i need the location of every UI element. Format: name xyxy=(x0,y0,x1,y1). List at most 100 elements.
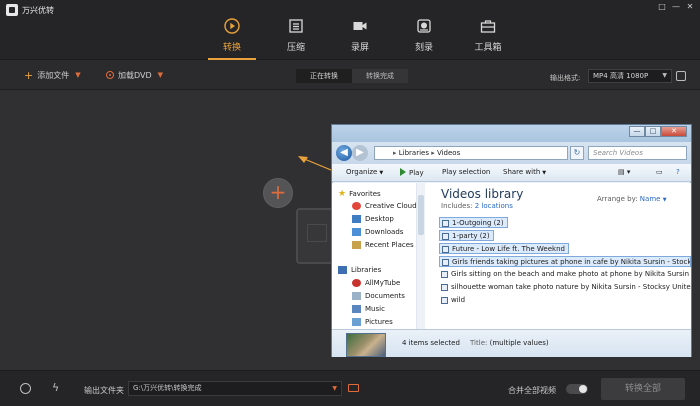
back-arrow-icon[interactable]: ◀ xyxy=(336,145,352,161)
video-file-icon xyxy=(442,233,449,240)
merge-all-toggle[interactable] xyxy=(566,384,588,394)
title-nav-bar: 万兴优转 □ — ✕ 转换 压缩 录屏 刻录 工具箱 xyxy=(0,0,700,60)
file-item[interactable]: 1-party (2) xyxy=(439,230,494,241)
add-files-button[interactable]: + 添加文件 ▼ xyxy=(24,68,81,82)
video-file-icon xyxy=(442,246,449,253)
nav-creative-cloud[interactable]: Creative Cloud Fi xyxy=(352,202,424,210)
recent-places-icon xyxy=(352,241,361,249)
load-dvd-button[interactable]: 加载DVD ▼ xyxy=(106,68,163,82)
arrange-by-select[interactable]: Name xyxy=(640,195,661,203)
explorer-search-input[interactable]: Search Videos xyxy=(588,146,687,160)
window-controls: □ — ✕ xyxy=(656,2,696,12)
nav-allmytube[interactable]: AllMyTube xyxy=(352,279,400,287)
file-item[interactable]: Girls friends taking pictures at phone i… xyxy=(439,256,691,267)
drop-document-inner xyxy=(307,224,327,242)
file-item[interactable]: wild xyxy=(439,295,468,306)
video-file-icon xyxy=(441,297,448,304)
nav-compress[interactable]: 压缩 xyxy=(264,0,328,60)
video-file-icon xyxy=(441,284,448,291)
nav-recent-places[interactable]: Recent Places xyxy=(352,241,414,249)
nav-desktop[interactable]: Desktop xyxy=(352,215,394,223)
explorer-minimize-button[interactable]: — xyxy=(629,126,645,137)
close-button[interactable]: ✕ xyxy=(684,2,696,12)
nav-record[interactable]: 录屏 xyxy=(328,0,392,60)
explorer-address-row: ◀ ▶ ▸ Libraries ▸ Videos ↻ Search Videos xyxy=(332,142,691,164)
app-title: 万兴优转 xyxy=(22,6,54,15)
share-with-menu[interactable]: Share with ▼ xyxy=(503,168,546,176)
convert-all-button[interactable]: 转换全部 xyxy=(601,378,685,400)
nav-documents[interactable]: Documents xyxy=(352,292,405,300)
file-item[interactable]: silhouette woman take photo nature by Ni… xyxy=(439,282,691,293)
forward-arrow-icon[interactable]: ▶ xyxy=(352,145,368,161)
explorer-content-pane: Videos library Includes: 2 locations Arr… xyxy=(425,183,691,329)
file-item[interactable]: Future - Low Life ft. The Weeknd xyxy=(439,243,569,254)
music-icon xyxy=(352,305,361,313)
nav-toolbox[interactable]: 工具箱 xyxy=(456,0,520,60)
play-button[interactable]: Play xyxy=(400,168,424,177)
schedule-clock-icon[interactable] xyxy=(20,383,31,394)
help-icon[interactable]: ? xyxy=(676,168,680,176)
format-settings-icon[interactable] xyxy=(676,71,686,81)
nav-toolbox-label: 工具箱 xyxy=(474,43,502,53)
bottom-bar: ϟ 输出文件夹 G:\万兴优转\转换完成 ▼ 合并全部视频 转换全部 xyxy=(0,370,700,406)
output-folder-path: G:\万兴优转\转换完成 xyxy=(133,384,202,392)
chevron-down-icon[interactable]: ▼ xyxy=(158,71,163,79)
library-locations-link[interactable]: 2 locations xyxy=(475,202,513,210)
nav-favorites[interactable]: ★ Favorites xyxy=(338,189,381,199)
video-file-icon xyxy=(441,271,448,278)
nav-scrollbar[interactable] xyxy=(416,183,424,329)
library-includes: Includes: 2 locations xyxy=(441,202,513,210)
output-folder-label: 输出文件夹 xyxy=(84,386,124,395)
breadcrumb-libraries[interactable]: Libraries xyxy=(399,149,429,157)
nav-libraries[interactable]: Libraries xyxy=(338,266,381,274)
pictures-icon xyxy=(352,318,361,326)
add-file-circle-button[interactable]: + xyxy=(263,178,293,208)
nav-compress-label: 压缩 xyxy=(286,43,305,53)
video-file-icon xyxy=(442,259,449,266)
dvd-icon xyxy=(106,71,114,79)
output-folder-path-select[interactable]: G:\万兴优转\转换完成 ▼ xyxy=(128,381,342,396)
nav-downloads[interactable]: Downloads xyxy=(352,228,403,236)
tab-converting[interactable]: 正在转换 xyxy=(296,69,352,83)
nav-convert[interactable]: 转换 xyxy=(200,0,264,60)
refresh-icon[interactable]: ↻ xyxy=(570,146,584,160)
toolbar: + 添加文件 ▼ 加载DVD ▼ 正在转换 转换完成 输出格式: MP4 高清 … xyxy=(0,60,700,90)
tab-converted[interactable]: 转换完成 xyxy=(352,69,408,83)
explorer-nav-pane: ★ Favorites Creative Cloud Fi Desktop Dow… xyxy=(332,183,424,329)
nav-convert-label: 转换 xyxy=(222,43,241,53)
desktop-icon xyxy=(352,215,361,223)
file-item[interactable]: Girls sitting on the beach and make phot… xyxy=(439,269,691,280)
chevron-down-icon: ▼ xyxy=(662,72,667,79)
app-window: 万兴优转 □ — ✕ 转换 压缩 录屏 刻录 工具箱 + 添加文件 ▼ 加载DV… xyxy=(0,0,700,406)
output-format-select[interactable]: MP4 高清 1080P ▼ xyxy=(588,69,672,83)
add-files-label: 添加文件 xyxy=(37,70,70,80)
nav-pictures[interactable]: Pictures xyxy=(352,318,393,326)
convert-play-icon xyxy=(224,18,240,34)
documents-icon xyxy=(352,292,361,300)
explorer-close-button[interactable]: ✕ xyxy=(661,126,687,137)
nav-music[interactable]: Music xyxy=(352,305,385,313)
breadcrumb-videos[interactable]: Videos xyxy=(437,149,460,157)
file-item[interactable]: 1-Outgoing (2) xyxy=(439,217,508,228)
high-speed-bolt-icon[interactable]: ϟ xyxy=(52,381,59,394)
chevron-down-icon[interactable]: ▼ xyxy=(75,71,80,79)
play-selection-button[interactable]: Play selection xyxy=(442,168,490,176)
explorer-window-controls: — □ ✕ xyxy=(629,126,687,137)
maximize-button[interactable]: □ xyxy=(656,2,668,12)
load-dvd-label: 加载DVD xyxy=(118,70,152,80)
explorer-maximize-button[interactable]: □ xyxy=(645,126,661,137)
explorer-command-bar: Organize ▼ Play Play selection Share with… xyxy=(332,164,691,182)
conversion-tabs: 正在转换 转换完成 xyxy=(296,69,408,83)
view-options-icon[interactable]: ▤ ▾ xyxy=(618,168,630,176)
nav-burn[interactable]: 刻录 xyxy=(392,0,456,60)
address-bar[interactable]: ▸ Libraries ▸ Videos xyxy=(374,146,568,160)
nav-record-label: 录屏 xyxy=(350,43,369,53)
preview-pane-icon[interactable]: ▭ xyxy=(656,168,663,176)
explorer-titlebar[interactable]: — □ ✕ xyxy=(332,125,691,142)
play-icon xyxy=(400,168,406,176)
organize-menu[interactable]: Organize ▼ xyxy=(346,168,383,176)
open-folder-icon[interactable] xyxy=(348,384,359,392)
nav-scrollbar-thumb[interactable] xyxy=(418,195,424,235)
minimize-button[interactable]: — xyxy=(670,2,682,12)
main-nav: 转换 压缩 录屏 刻录 工具箱 xyxy=(200,0,520,60)
